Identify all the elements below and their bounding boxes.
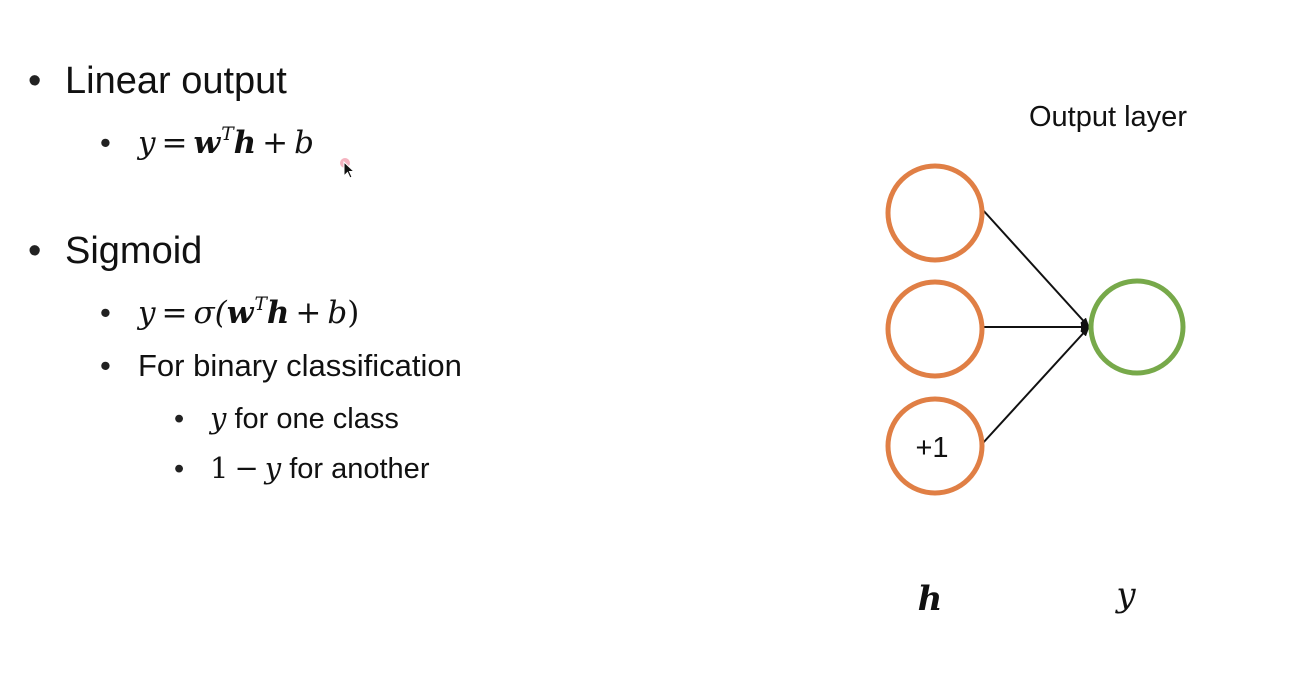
input-node-1 <box>885 163 985 263</box>
network-diagram: Output layer +1 h y <box>885 101 1187 619</box>
input-axis-label: h <box>918 579 943 619</box>
edge-bias <box>981 326 1090 445</box>
output-node <box>1088 278 1186 376</box>
input-node-2 <box>885 279 985 379</box>
output-axis-label: y <box>1114 575 1136 615</box>
diagram-title: Output layer <box>1029 101 1187 133</box>
edge-input-1 <box>981 208 1090 328</box>
slide: • Linear output • y = wTh + b • Sigmoid • y =… <box>0 0 1292 680</box>
mouse-cursor-icon <box>340 158 356 179</box>
bias-label: +1 <box>915 432 948 464</box>
